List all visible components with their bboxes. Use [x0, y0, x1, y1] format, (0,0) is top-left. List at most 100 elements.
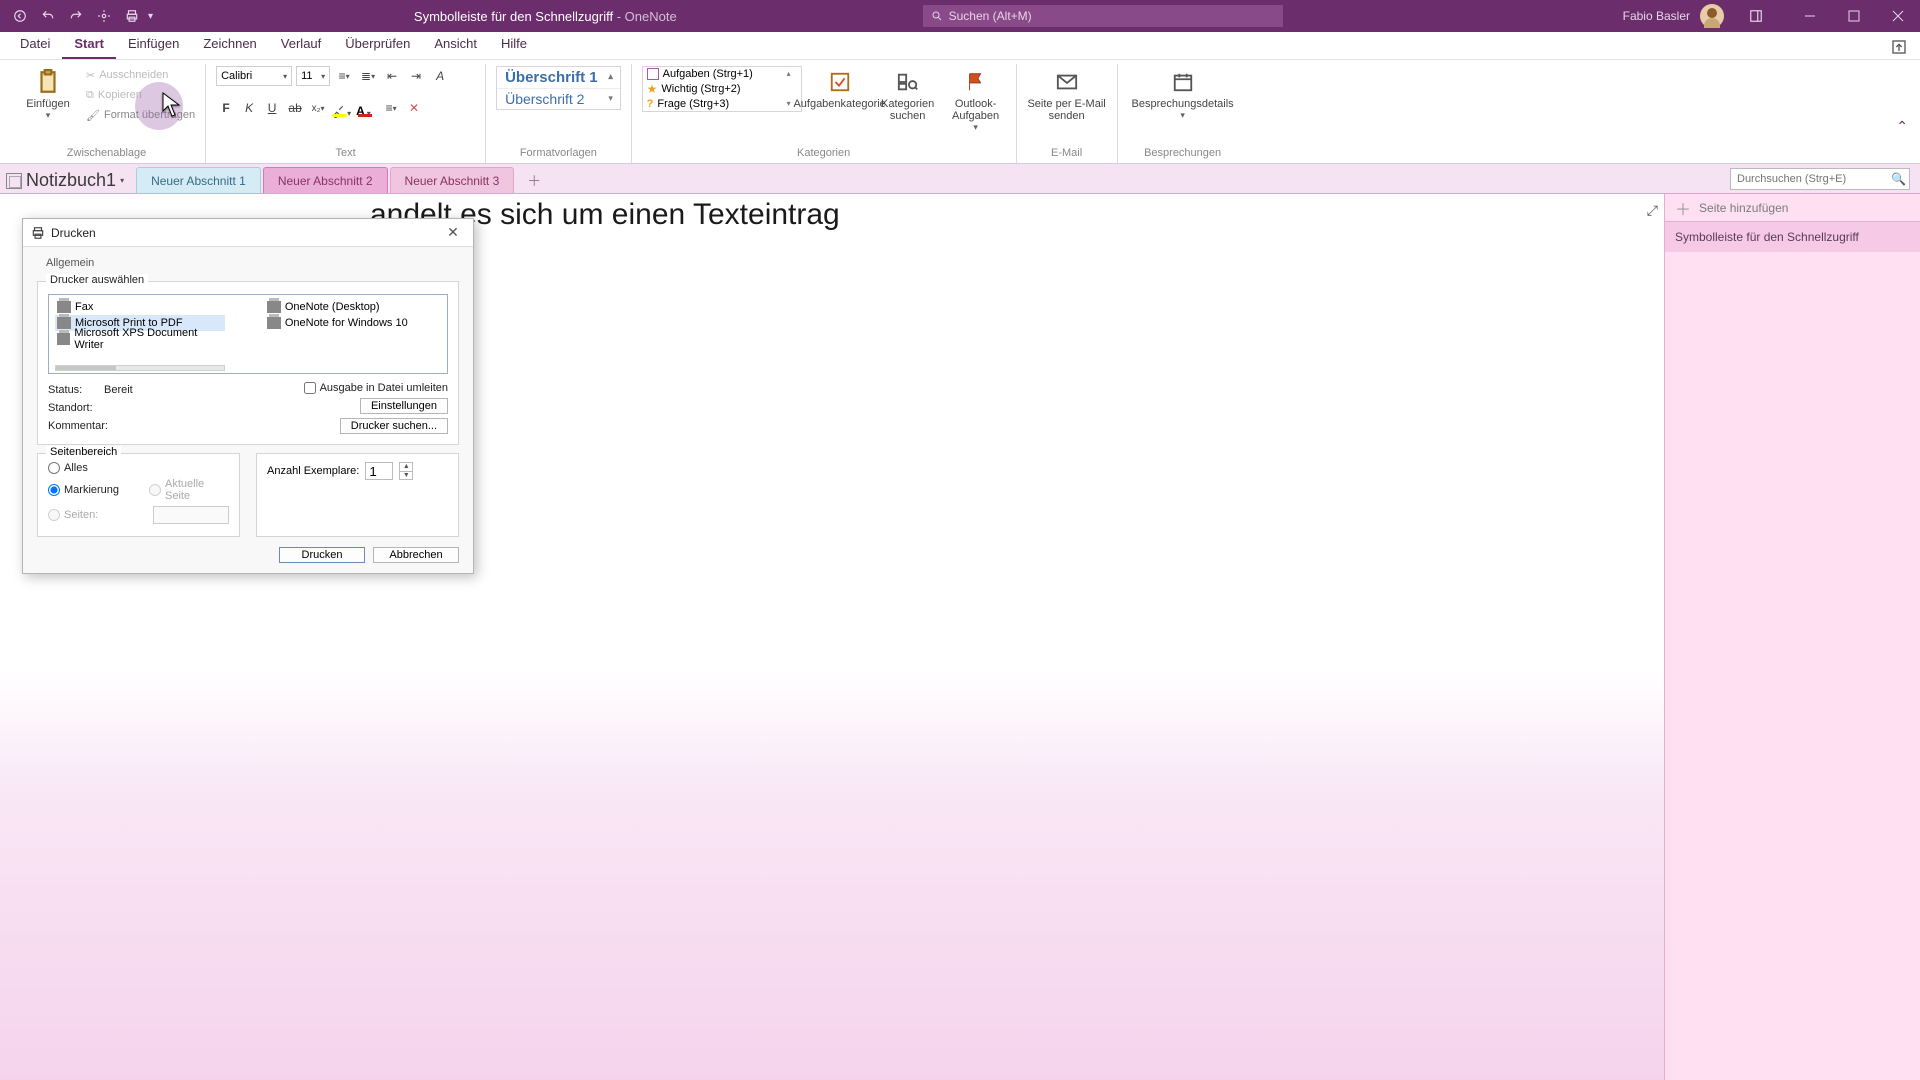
paste-button[interactable]: Einfügen ▾: [18, 66, 78, 121]
range-pages-input: [153, 506, 229, 524]
copies-fieldset: Anzahl Exemplare: ▲▼: [256, 453, 459, 537]
copy-button[interactable]: ⧉Kopieren: [86, 86, 195, 104]
printer-settings-button[interactable]: Einstellungen: [360, 398, 448, 414]
expand-page-button[interactable]: ⤢: [1647, 202, 1658, 219]
spin-up-icon[interactable]: ▲: [400, 463, 412, 472]
search-box[interactable]: Suchen (Alt+M): [923, 5, 1283, 27]
printer-fax[interactable]: Fax: [55, 299, 225, 315]
align-button[interactable]: ≡▾: [381, 98, 401, 118]
font-color-button[interactable]: A▾: [356, 98, 378, 118]
range-selection-radio[interactable]: Markierung: [48, 478, 119, 502]
group-label-tags: Kategorien: [642, 147, 1006, 161]
dialog-tab-general[interactable]: Allgemein: [37, 253, 103, 273]
printer-icon: [57, 301, 71, 313]
share-button[interactable]: [1890, 38, 1908, 56]
bold-button[interactable]: F: [216, 98, 236, 118]
find-tags-button[interactable]: Kategorien suchen: [878, 66, 938, 122]
section-tab-1[interactable]: Neuer Abschnitt 1: [136, 167, 261, 193]
printer-icon: [57, 317, 71, 329]
highlight-button[interactable]: ▾: [331, 98, 353, 118]
tags-gallery[interactable]: Aufgaben (Strg+1)▴ ★Wichtig (Strg+2) ?Fr…: [642, 66, 802, 112]
page-list-pane: ＋ Seite hinzufügen Symbolleiste für den …: [1664, 194, 1920, 1080]
clear-format-button[interactable]: A: [430, 66, 450, 86]
indent-button[interactable]: ⇥: [406, 66, 426, 86]
delete-button[interactable]: ✕: [404, 98, 424, 118]
numbering-button[interactable]: ≣▾: [358, 66, 378, 86]
tab-verlauf[interactable]: Verlauf: [269, 30, 333, 59]
format-painter-button[interactable]: 🖌Format übertragen: [86, 106, 195, 124]
avatar[interactable]: [1700, 4, 1724, 28]
section-tab-3[interactable]: Neuer Abschnitt 3: [390, 167, 515, 193]
tab-ansicht[interactable]: Ansicht: [422, 30, 489, 59]
back-icon[interactable]: [8, 4, 32, 28]
printer-onenote-w10[interactable]: OneNote for Windows 10: [265, 315, 435, 331]
print-button[interactable]: Drucken: [279, 547, 365, 563]
title-bar: ▾ Symbolleiste für den Schnellzugriff - …: [0, 0, 1920, 32]
notebook-search[interactable]: 🔍: [1730, 168, 1910, 190]
outdent-button[interactable]: ⇤: [382, 66, 402, 86]
add-section-button[interactable]: ＋: [522, 169, 546, 193]
scissors-icon: ✂: [86, 69, 95, 82]
qat-customize-icon[interactable]: ▾: [148, 11, 160, 22]
find-printer-button[interactable]: Drucker suchen...: [340, 418, 448, 434]
tag-category-button[interactable]: Aufgabenkategorie: [810, 66, 870, 110]
scroll-up-icon[interactable]: ▴: [604, 69, 618, 83]
printer-ms-xps[interactable]: Microsoft XPS Document Writer: [55, 331, 225, 347]
notes-pane-icon[interactable]: [1734, 0, 1778, 32]
quick-access-toolbar: ▾: [0, 4, 168, 28]
tab-start[interactable]: Start: [62, 30, 116, 59]
font-name-select[interactable]: Calibri▾: [216, 66, 292, 86]
meeting-details-button[interactable]: Besprechungsdetails▾: [1128, 66, 1238, 121]
app-name: OneNote: [625, 9, 677, 24]
user-name[interactable]: Fabio Basler: [1623, 9, 1690, 23]
add-page-button[interactable]: ＋ Seite hinzufügen: [1665, 194, 1920, 222]
subscript-button[interactable]: x₂▾: [308, 98, 328, 118]
range-all-radio[interactable]: Alles: [48, 462, 229, 474]
spin-down-icon[interactable]: ▼: [400, 472, 412, 480]
strike-button[interactable]: ab: [285, 98, 305, 118]
collapse-ribbon-button[interactable]: ⌃: [1896, 118, 1908, 135]
section-tab-2[interactable]: Neuer Abschnitt 2: [263, 167, 388, 193]
checkbox-icon: [647, 68, 659, 80]
chevron-down-icon: ▾: [120, 176, 124, 185]
scroll-down-icon[interactable]: ▾: [604, 91, 618, 105]
printer-icon: [267, 301, 281, 313]
chevron-down-icon: ▾: [46, 110, 51, 121]
dialog-close-button[interactable]: ✕: [441, 224, 465, 241]
email-page-button[interactable]: Seite per E-Mail senden: [1027, 66, 1107, 122]
close-button[interactable]: [1876, 0, 1920, 32]
notebook-search-input[interactable]: [1730, 168, 1910, 190]
cut-button[interactable]: ✂Ausschneiden: [86, 66, 195, 84]
bullets-button[interactable]: ≡▾: [334, 66, 354, 86]
underline-button[interactable]: U: [262, 98, 282, 118]
dialog-titlebar[interactable]: Drucken ✕: [23, 219, 473, 247]
copies-spinner[interactable]: ▲▼: [399, 462, 413, 480]
maximize-button[interactable]: [1832, 0, 1876, 32]
printer-list[interactable]: Fax OneNote (Desktop) Microsoft Print to…: [48, 294, 448, 374]
undo-icon[interactable]: [36, 4, 60, 28]
printer-list-scrollbar[interactable]: [55, 365, 225, 371]
notebook-selector[interactable]: Notizbuch1 ▾: [6, 170, 124, 191]
plus-icon: ＋: [1675, 196, 1691, 220]
font-size-select[interactable]: 11▾: [296, 66, 330, 86]
styles-gallery[interactable]: Überschrift 1▴ Überschrift 2▾: [496, 66, 621, 110]
tab-zeichnen[interactable]: Zeichnen: [191, 30, 268, 59]
tab-hilfe[interactable]: Hilfe: [489, 30, 539, 59]
envelope-icon: [1051, 68, 1083, 96]
outlook-tasks-button[interactable]: Outlook-Aufgaben▾: [946, 66, 1006, 133]
print-to-file-checkbox[interactable]: Ausgabe in Datei umleiten: [304, 382, 448, 394]
redo-icon[interactable]: [64, 4, 88, 28]
question-icon: ?: [647, 98, 654, 110]
touch-mode-icon[interactable]: [92, 4, 116, 28]
italic-button[interactable]: K: [239, 98, 259, 118]
copies-input[interactable]: [365, 462, 393, 480]
tab-datei[interactable]: Datei: [8, 30, 62, 59]
tab-ueberpruefen[interactable]: Überprüfen: [333, 30, 422, 59]
printer-onenote-desktop[interactable]: OneNote (Desktop): [265, 299, 435, 315]
minimize-button[interactable]: [1788, 0, 1832, 32]
tab-einfuegen[interactable]: Einfügen: [116, 30, 191, 59]
cancel-button[interactable]: Abbrechen: [373, 547, 459, 563]
ribbon-tabs: Datei Start Einfügen Zeichnen Verlauf Üb…: [0, 32, 1920, 60]
print-icon[interactable]: [120, 4, 144, 28]
page-list-item[interactable]: Symbolleiste für den Schnellzugriff: [1665, 222, 1920, 252]
